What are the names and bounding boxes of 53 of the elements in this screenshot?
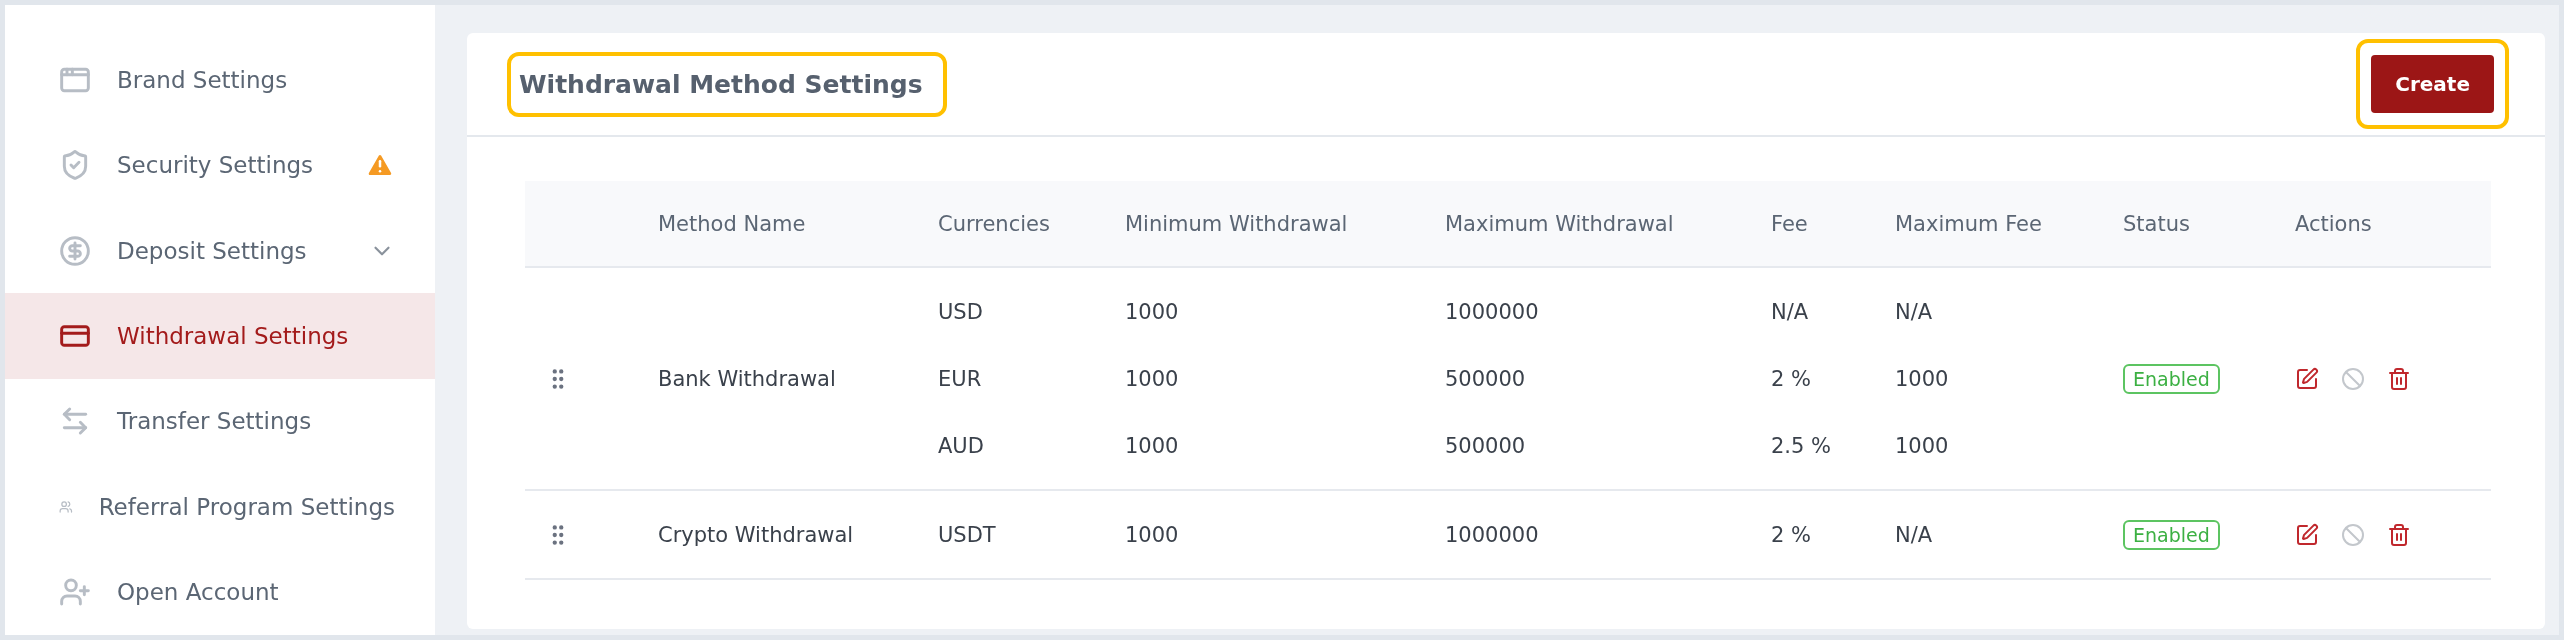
table-cell-text: 1000 (1894, 365, 1950, 393)
sidebar-item[interactable]: Open Account (5, 549, 435, 635)
card-title: Withdrawal Method Settings (519, 69, 923, 99)
create-button[interactable]: Create (2371, 55, 2494, 113)
sidebar-item[interactable]: Deposit Settings (5, 207, 435, 294)
table-cell-text: 1000 (1124, 298, 1180, 326)
table-cell-text: 1000 (1124, 432, 1180, 460)
sidebar-label: Open Account (117, 579, 280, 606)
sidebar-item[interactable]: Security Settings (5, 122, 435, 208)
table-cell-text: 1000000 (1444, 521, 1540, 549)
table-cell-text: N/A (1894, 521, 1934, 549)
table-cell-text: 1000 (1124, 365, 1180, 393)
table-cell-text: Bank Withdrawal (657, 365, 837, 393)
sidebar-label: Brand Settings (117, 66, 289, 93)
sidebar-label: Referral Program Settings (98, 493, 395, 520)
table-cell-text: EUR (937, 365, 983, 393)
table-cell-text: 500000 (1444, 365, 1527, 393)
table-cell-text: 2 % (1770, 521, 1812, 549)
table-cell-text: 1000 (1894, 432, 1950, 460)
table-cell-text: Crypto Withdrawal (657, 521, 855, 549)
table-cell-text: 1000 (1124, 521, 1180, 549)
delete-icon[interactable] (2387, 366, 2411, 391)
sidebar-label: Deposit Settings (117, 237, 308, 264)
column-header: Fee (1770, 211, 1809, 236)
table-cell-text: 1000000 (1444, 298, 1540, 326)
table-cell-text: USDT (937, 521, 997, 549)
dollar-icon (59, 234, 91, 267)
sidebar-item[interactable]: Brand Settings (5, 37, 435, 123)
status-badge: Enabled (2123, 519, 2220, 550)
sidebar-label: Transfer Settings (117, 408, 313, 435)
column-header: Minimum Withdrawal (1124, 211, 1349, 236)
edit-icon[interactable] (2295, 366, 2319, 391)
column-header: Currencies (937, 211, 1051, 236)
table-cell-text: N/A (1894, 298, 1934, 326)
sidebar-item[interactable]: Transfer Settings (5, 378, 435, 465)
table-cell-text: N/A (1770, 298, 1810, 326)
table-cell-text: AUD (937, 432, 985, 460)
table-cell-text: USD (937, 298, 984, 326)
table-cell-text: 2 % (1770, 365, 1812, 393)
delete-icon[interactable] (2387, 522, 2411, 547)
column-header: Status (2122, 211, 2191, 236)
column-header: Maximum Withdrawal (1444, 211, 1675, 236)
table-cell-text: 2.5 % (1770, 432, 1833, 460)
sidebar-label: Withdrawal Settings (117, 322, 350, 349)
column-header: Maximum Fee (1894, 211, 2043, 236)
column-header: Method Name (657, 211, 807, 236)
sidebar-item[interactable]: Withdrawal Settings (5, 293, 435, 379)
table-cell-text: 500000 (1444, 432, 1527, 460)
column-header: Actions (2294, 211, 2373, 236)
sidebar-item[interactable]: Referral Program Settings (5, 464, 435, 550)
status-badge: Enabled (2123, 363, 2220, 394)
sidebar-label: Security Settings (117, 152, 315, 179)
edit-icon[interactable] (2295, 522, 2319, 547)
